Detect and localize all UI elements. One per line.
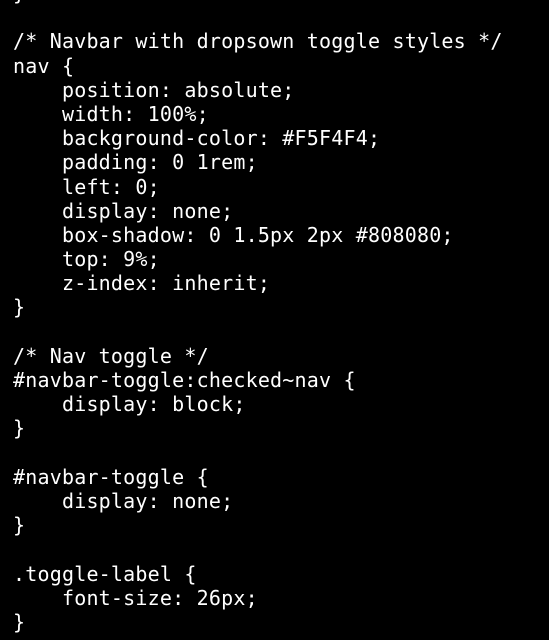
code-line: display: none; (13, 488, 234, 513)
code-line: } (13, 513, 26, 538)
code-line: position: absolute; (13, 77, 295, 102)
code-line: display: none; (13, 198, 234, 223)
code-line: } (13, 416, 26, 441)
code-line: padding: 0 1rem; (13, 150, 258, 175)
code-line: #navbar-toggle { (13, 464, 209, 489)
code-line: left: 0; (13, 174, 160, 199)
code-line: .toggle-label { (13, 561, 197, 586)
code-editor[interactable]: } /* Navbar with dropsown toggle styles … (0, 0, 549, 640)
code-line: font-size: 26px; (13, 585, 258, 610)
code-line: background-color: #F5F4F4; (13, 126, 381, 151)
code-line: /* Nav toggle */ (13, 343, 209, 368)
code-line: z-index: inherit; (13, 271, 271, 296)
code-line: top: 9%; (13, 247, 160, 272)
code-line: } (13, 609, 26, 634)
code-lines: } /* Navbar with dropsown toggle styles … (13, 0, 503, 634)
code-line: #navbar-toggle:checked~nav { (13, 368, 356, 392)
code-line: width: 100%; (13, 101, 209, 126)
code-line: nav { (13, 53, 75, 78)
code-line: } (13, 295, 26, 320)
code-line: display: block; (13, 392, 246, 417)
code-line: box-shadow: 0 1.5px 2px #808080; (13, 222, 454, 247)
code-line: /* Navbar with dropsown toggle styles */ (13, 29, 503, 54)
